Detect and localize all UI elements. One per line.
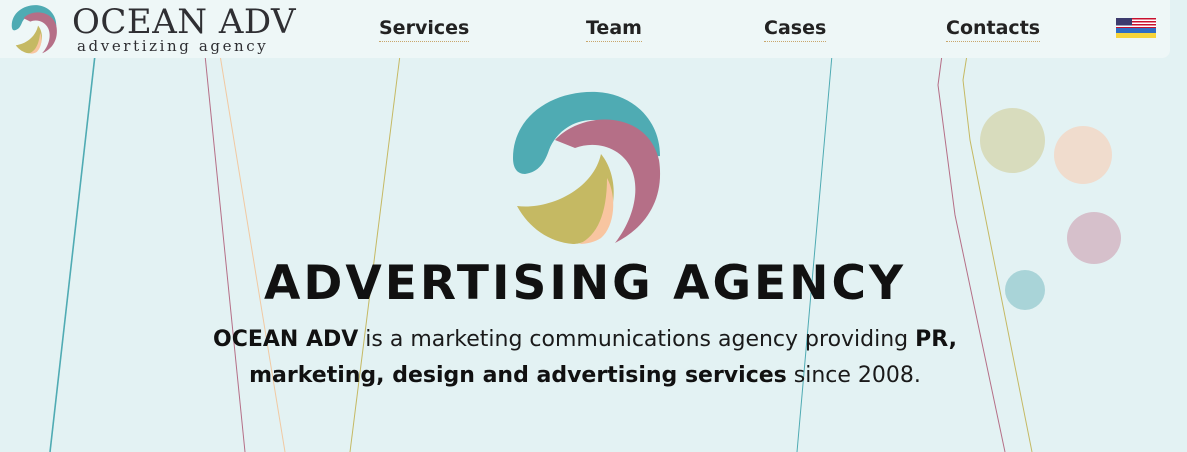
decor-circle-olive [980,108,1045,173]
hero-desc-text-2: since 2008. [786,363,921,388]
brand-name[interactable]: OCEAN ADV [72,2,296,42]
logo-icon[interactable] [5,2,59,56]
nav-services[interactable]: Services [379,16,470,42]
page: OCEAN ADV advertizing agency Services Te… [0,0,1187,452]
hero-logo-icon [513,91,661,244]
us-ua-flag-icon[interactable] [1116,18,1156,38]
hero-desc-brand: OCEAN ADV [213,327,359,352]
brand-tagline: advertizing agency [77,37,269,55]
nav-cases[interactable]: Cases [764,16,827,42]
decor-circle-peach [1054,126,1112,184]
hero-description: OCEAN ADV is a marketing communications … [185,322,985,394]
site-header: OCEAN ADV advertizing agency Services Te… [0,0,1170,58]
hero-title: ADVERTISING AGENCY [263,256,907,311]
nav-contacts[interactable]: Contacts [946,16,1041,42]
nav-team[interactable]: Team [586,16,642,42]
hero-desc-text-1: is a marketing communications agency pro… [358,327,916,352]
